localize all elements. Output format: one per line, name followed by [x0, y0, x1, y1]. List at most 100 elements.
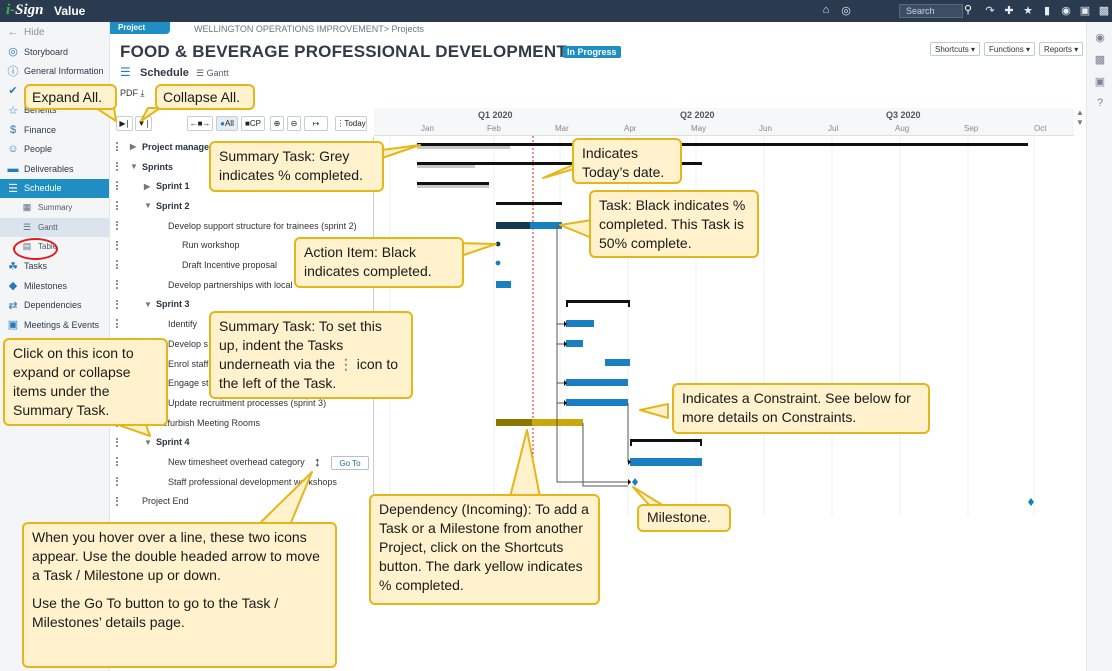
expand-caret-icon[interactable]: ▶: [130, 142, 138, 151]
search-input[interactable]: Search: [899, 4, 963, 18]
collapse-caret-icon[interactable]: ▼: [130, 162, 138, 171]
summary-bar-sprint-3[interactable]: [566, 300, 630, 303]
milestone-project-end[interactable]: [1028, 498, 1034, 506]
drag-handle-icon[interactable]: [116, 319, 119, 329]
chat-icon[interactable]: ◉: [1060, 3, 1072, 17]
drag-handle-icon[interactable]: [116, 161, 119, 171]
truck-icon: ▬: [7, 162, 19, 175]
move-up-down-icon[interactable]: ↕: [314, 454, 321, 469]
drag-handle-icon[interactable]: [116, 220, 119, 230]
breadcrumb[interactable]: WELLINGTON OPERATIONS IMPROVEMENT> Proje…: [194, 24, 424, 34]
sidebar-item-label: Dependencies: [24, 300, 82, 311]
task-bar-new-timesheet[interactable]: [630, 458, 702, 466]
sidebar-item-tasks[interactable]: ☘ Tasks: [0, 257, 109, 277]
comment-icon[interactable]: ▩: [1087, 53, 1112, 66]
dependency-lines: [556, 225, 631, 487]
drag-handle-icon[interactable]: [116, 279, 119, 289]
globe-icon[interactable]: ◎: [840, 3, 852, 17]
sidebar-item-people[interactable]: ☺ People: [0, 140, 109, 160]
gantt-view-link[interactable]: ☰ Gantt: [196, 68, 229, 79]
app-logo[interactable]: i-Sign: [6, 2, 44, 19]
bookmark-icon[interactable]: ▮: [1041, 3, 1053, 17]
sidebar-hide-button[interactable]: ← Hide: [0, 22, 109, 42]
drag-handle-icon[interactable]: [116, 260, 119, 270]
zoom-range-control[interactable]: ←■→: [187, 116, 213, 131]
action-item-run-workshop[interactable]: [495, 241, 501, 247]
today-button[interactable]: ⋮ Today: [335, 116, 367, 131]
summary-bar-sprint-4[interactable]: [630, 439, 702, 442]
sidebar-item-storyboard[interactable]: ◎ Storyboard: [0, 42, 109, 62]
task-row[interactable]: Develop support structure for trainees (…: [112, 216, 374, 236]
collapse-caret-icon[interactable]: ▼: [144, 201, 152, 210]
sidebar-item-gantt[interactable]: ☰ Gantt: [0, 217, 109, 237]
milestone-staff-workshops[interactable]: [632, 478, 638, 486]
reports-button[interactable]: Reports ▾: [1038, 42, 1084, 56]
drag-handle-icon[interactable]: [116, 299, 119, 309]
sidebar-item-finance[interactable]: $ Finance: [0, 120, 109, 140]
sidebar-item-schedule[interactable]: ☰ Schedule: [0, 178, 109, 198]
critical-path-toggle[interactable]: ■ CP: [241, 116, 265, 131]
sidebar-item-dependencies[interactable]: ⇄ Dependencies: [0, 296, 109, 316]
task-row[interactable]: ▼ Sprint 4: [112, 433, 374, 453]
task-row[interactable]: Project End: [112, 492, 374, 512]
scroll-down-icon[interactable]: ▼: [1074, 118, 1086, 128]
drag-handle-icon[interactable]: [116, 476, 119, 486]
fit-width-icon[interactable]: ↦: [304, 116, 328, 131]
callout-expand-collapse: Click on this icon to expand or collapse…: [3, 338, 168, 426]
star-icon[interactable]: ★: [1022, 3, 1034, 17]
sidebar-item-deliverables[interactable]: ▬ Deliverables: [0, 159, 109, 179]
collapse-all-button[interactable]: ▼∣: [135, 116, 152, 131]
sidebar-item-general-information[interactable]: ⓘ General Information: [0, 62, 109, 82]
scroll-up-icon[interactable]: ▲: [1074, 108, 1086, 118]
help-icon[interactable]: ?: [1087, 97, 1112, 109]
callout-dependency: Dependency (Incoming): To add a Task or …: [369, 494, 600, 605]
refresh-icon[interactable]: ↷: [984, 3, 996, 17]
task-bar-develop-s[interactable]: [566, 340, 583, 347]
task-bar-develop-partnerships[interactable]: [496, 281, 511, 288]
task-row[interactable]: ▼ Sprint 2: [112, 196, 374, 216]
collapse-caret-icon[interactable]: ▼: [144, 438, 152, 447]
drag-handle-icon[interactable]: [116, 181, 119, 191]
home-icon[interactable]: ⌂: [820, 3, 832, 17]
breadcrumb-tag[interactable]: Project: [110, 22, 170, 34]
drag-handle-icon[interactable]: [116, 201, 119, 211]
task-bar-enrol-staff[interactable]: [605, 359, 630, 366]
show-all-toggle[interactable]: ● All: [216, 116, 238, 131]
action-item-draft-incentive[interactable]: [495, 260, 501, 266]
collapse-caret-icon[interactable]: ▼: [144, 300, 152, 309]
summary-bar-project-manager[interactable]: [417, 143, 1028, 146]
drag-handle-icon[interactable]: [116, 142, 119, 151]
plus-icon[interactable]: ✚: [1003, 3, 1015, 17]
pdf-export-button[interactable]: PDF ⤓: [120, 88, 145, 99]
task-label: Sprint 3: [156, 299, 190, 310]
expand-all-button[interactable]: ▶∣: [116, 116, 133, 131]
document-icon[interactable]: ▣: [1079, 3, 1091, 17]
sidebar-item-label: Tasks: [24, 261, 48, 272]
summary-bar-sprint-1[interactable]: [417, 182, 489, 185]
task-bar-identify[interactable]: [566, 320, 594, 327]
chat-icon[interactable]: ◉: [1087, 31, 1112, 44]
go-to-button[interactable]: Go To: [331, 456, 369, 470]
drag-handle-icon[interactable]: [116, 496, 119, 506]
timeline-scroll[interactable]: ▲ ▼: [1074, 108, 1086, 140]
sidebar-item-milestones[interactable]: ◆ Milestones: [0, 276, 109, 296]
expand-caret-icon[interactable]: ▶: [144, 182, 152, 191]
functions-button[interactable]: Functions ▾: [984, 42, 1035, 56]
summary-bar-sprint-2[interactable]: [496, 202, 562, 205]
dependency-icon: ⇄: [8, 299, 18, 312]
task-bar-engage-st[interactable]: [566, 379, 628, 386]
shortcuts-button[interactable]: Shortcuts ▾: [930, 42, 981, 56]
bar-chart-icon[interactable]: ▩: [1098, 3, 1110, 17]
lock-icon[interactable]: ▣: [1087, 75, 1112, 88]
zoom-in-icon[interactable]: ⊕: [270, 116, 284, 131]
drag-handle-icon[interactable]: [116, 437, 119, 447]
search-icon[interactable]: ⚲: [964, 3, 972, 16]
task-label: Project manager: [142, 141, 213, 152]
sidebar-item-meetings-events[interactable]: ▣ Meetings & Events: [0, 315, 109, 335]
drag-handle-icon[interactable]: [116, 240, 119, 250]
drag-handle-icon[interactable]: [116, 457, 119, 467]
zoom-out-icon[interactable]: ⊖: [287, 116, 301, 131]
task-bar-update-recruitment[interactable]: [566, 399, 628, 406]
sidebar-item-summary[interactable]: ▦ Summary: [0, 198, 109, 218]
task-row[interactable]: Staff professional development workshops: [112, 472, 374, 492]
